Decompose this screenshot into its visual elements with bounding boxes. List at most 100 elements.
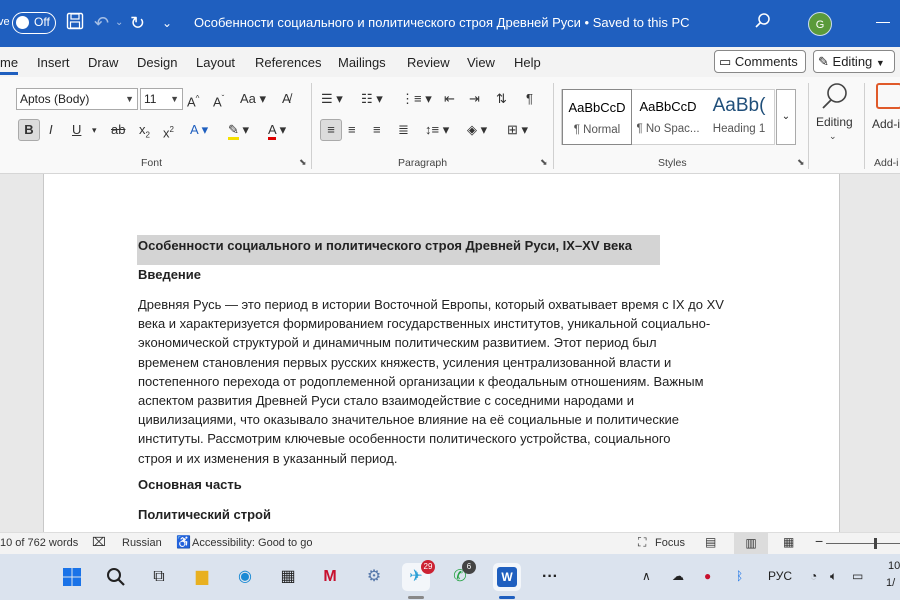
task-view-icon[interactable]: ⧉	[145, 563, 173, 591]
font-name-select[interactable]: Aptos (Body) ▼	[16, 88, 138, 110]
onedrive-icon[interactable]: ☁	[672, 569, 684, 583]
editing-mode-label: Editing	[832, 54, 873, 69]
style-normal[interactable]: AaBbCcD ¶ Normal	[562, 89, 632, 145]
antivirus-icon[interactable]: ●	[704, 569, 711, 583]
tab-home[interactable]: me	[0, 55, 19, 75]
tab-insert[interactable]: Insert	[37, 55, 70, 70]
minimize-icon[interactable]	[876, 22, 890, 23]
font-color-icon[interactable]: A ▾	[268, 120, 286, 140]
paragraph-launcher-icon[interactable]: ⬊	[540, 157, 548, 168]
heading-political-system[interactable]: Политический строй	[138, 505, 271, 524]
style-heading-1[interactable]: AaBb( Heading 1	[704, 89, 774, 145]
increase-indent-icon[interactable]: ⇥	[469, 89, 480, 109]
focus-icon[interactable]: ⛶	[638, 535, 646, 550]
undo-icon[interactable]: ↶	[94, 12, 109, 34]
italic-button[interactable]: I	[49, 120, 53, 140]
wifi-icon[interactable]: ◔	[810, 569, 817, 583]
word-count[interactable]: 10 of 762 words	[0, 537, 78, 549]
change-case-icon[interactable]: Aa ▾	[240, 89, 266, 109]
clear-formatting-icon[interactable]: A̸	[282, 89, 291, 109]
shading-icon[interactable]: ◈ ▾	[467, 120, 487, 140]
decrease-indent-icon[interactable]: ⇤	[444, 89, 455, 109]
proofing-icon[interactable]: ⌧	[92, 535, 106, 549]
shrink-font-icon[interactable]: Aˇ	[213, 89, 224, 112]
bullets-icon[interactable]: ☰ ▾	[321, 89, 343, 109]
accessibility-icon[interactable]: ♿	[176, 535, 191, 549]
sort-icon[interactable]: ⇅	[496, 89, 507, 109]
file-explorer-icon[interactable]: ▆	[188, 563, 216, 591]
borders-icon[interactable]: ⊞ ▾	[507, 120, 528, 140]
document-heading[interactable]: Особенности социального и политического …	[137, 235, 660, 265]
show-formatting-icon[interactable]: ¶	[526, 89, 533, 109]
tab-draw[interactable]: Draw	[88, 55, 118, 70]
align-left-button[interactable]: ≡	[320, 119, 342, 141]
windows-start-icon[interactable]	[58, 563, 86, 591]
word-app-icon[interactable]: W	[493, 563, 521, 591]
clock-date[interactable]: 1/	[886, 577, 895, 589]
search-icon[interactable]	[102, 563, 130, 591]
bold-button[interactable]: B	[18, 119, 40, 141]
tab-references[interactable]: References	[255, 55, 321, 70]
tab-design[interactable]: Design	[137, 55, 177, 70]
undo-dropdown-icon[interactable]: ⌄	[115, 12, 123, 34]
settings-gear-icon[interactable]: ⚙	[360, 563, 388, 591]
tab-mailings[interactable]: Mailings	[338, 55, 386, 70]
styles-launcher-icon[interactable]: ⬊	[797, 157, 805, 168]
more-apps-icon[interactable]: ···	[536, 563, 564, 591]
style-no-spacing[interactable]: AaBbCcD ¶ No Spac...	[633, 89, 703, 145]
highlight-icon[interactable]: ✎ ▾	[228, 120, 249, 140]
customize-qat-icon[interactable]: ⌄	[162, 12, 172, 34]
comments-button[interactable]: ▭ Comments	[714, 50, 806, 73]
save-icon[interactable]	[66, 12, 84, 35]
tab-view[interactable]: View	[467, 55, 495, 70]
print-layout-icon[interactable]: ▥	[734, 533, 768, 554]
heading-main-part[interactable]: Основная часть	[138, 475, 242, 494]
font-launcher-icon[interactable]: ⬊	[299, 157, 307, 168]
introduction-paragraph[interactable]: Древняя Русь — это период в истории Вост…	[138, 295, 758, 468]
clock-time[interactable]: 10	[888, 560, 900, 572]
search-icon[interactable]	[754, 12, 772, 35]
line-spacing-icon[interactable]: ↕≡ ▾	[425, 120, 449, 140]
strikethrough-button[interactable]: ab	[111, 120, 125, 140]
grow-font-icon[interactable]: A^	[187, 89, 199, 112]
text-effects-icon[interactable]: A ▾	[190, 120, 208, 140]
superscript-button[interactable]: x2	[163, 120, 174, 143]
autosave-toggle[interactable]: Off	[12, 12, 56, 34]
focus-button[interactable]: Focus	[655, 537, 685, 549]
language-indicator[interactable]: Russian	[122, 537, 162, 549]
volume-icon[interactable]: 🔈︎	[830, 569, 837, 584]
read-mode-icon[interactable]: ▤	[705, 535, 716, 549]
document-area[interactable]: Особенности социального и политического …	[0, 174, 900, 532]
mcafee-icon[interactable]: M	[316, 563, 344, 591]
underline-dropdown-icon[interactable]: ▾	[92, 120, 97, 140]
chevron-up-icon[interactable]: ∧	[642, 569, 651, 583]
web-layout-icon[interactable]: ▦	[783, 535, 794, 549]
document-page[interactable]: Особенности социального и политического …	[43, 174, 840, 532]
font-size-select[interactable]: 11 ▼	[140, 88, 183, 110]
zoom-slider-thumb[interactable]	[874, 538, 877, 549]
editing-mode-button[interactable]: ✎ Editing ▼	[813, 50, 895, 73]
accessibility-status[interactable]: Accessibility: Good to go	[192, 537, 312, 549]
microsoft-store-icon[interactable]: ▦	[274, 563, 302, 591]
zoom-out-icon[interactable]: −	[815, 533, 823, 549]
numbering-icon[interactable]: ☷ ▾	[361, 89, 383, 109]
subscript-button[interactable]: x2	[139, 120, 150, 146]
styles-more-button[interactable]: ⌄	[776, 89, 796, 145]
justify-button[interactable]: ≣	[398, 120, 409, 140]
edge-browser-icon[interactable]: ◉	[231, 563, 259, 591]
battery-icon[interactable]: ▭	[852, 569, 863, 583]
tab-review[interactable]: Review	[407, 55, 450, 70]
align-right-button[interactable]: ≡	[373, 120, 381, 140]
underline-button[interactable]: U	[72, 120, 81, 140]
tab-help[interactable]: Help	[514, 55, 541, 70]
multilevel-list-icon[interactable]: ⋮≡ ▾	[401, 89, 432, 109]
zoom-slider[interactable]	[826, 543, 900, 544]
bluetooth-icon[interactable]: ᛒ	[736, 569, 743, 583]
heading-introduction[interactable]: Введение	[138, 265, 201, 284]
align-center-button[interactable]: ≡	[348, 120, 356, 140]
input-language[interactable]: РУС	[768, 569, 792, 583]
document-title[interactable]: Особенности социального и политического …	[194, 15, 690, 30]
avatar[interactable]: G	[808, 12, 832, 36]
redo-icon[interactable]: ↻	[130, 12, 145, 34]
tab-layout[interactable]: Layout	[196, 55, 235, 70]
